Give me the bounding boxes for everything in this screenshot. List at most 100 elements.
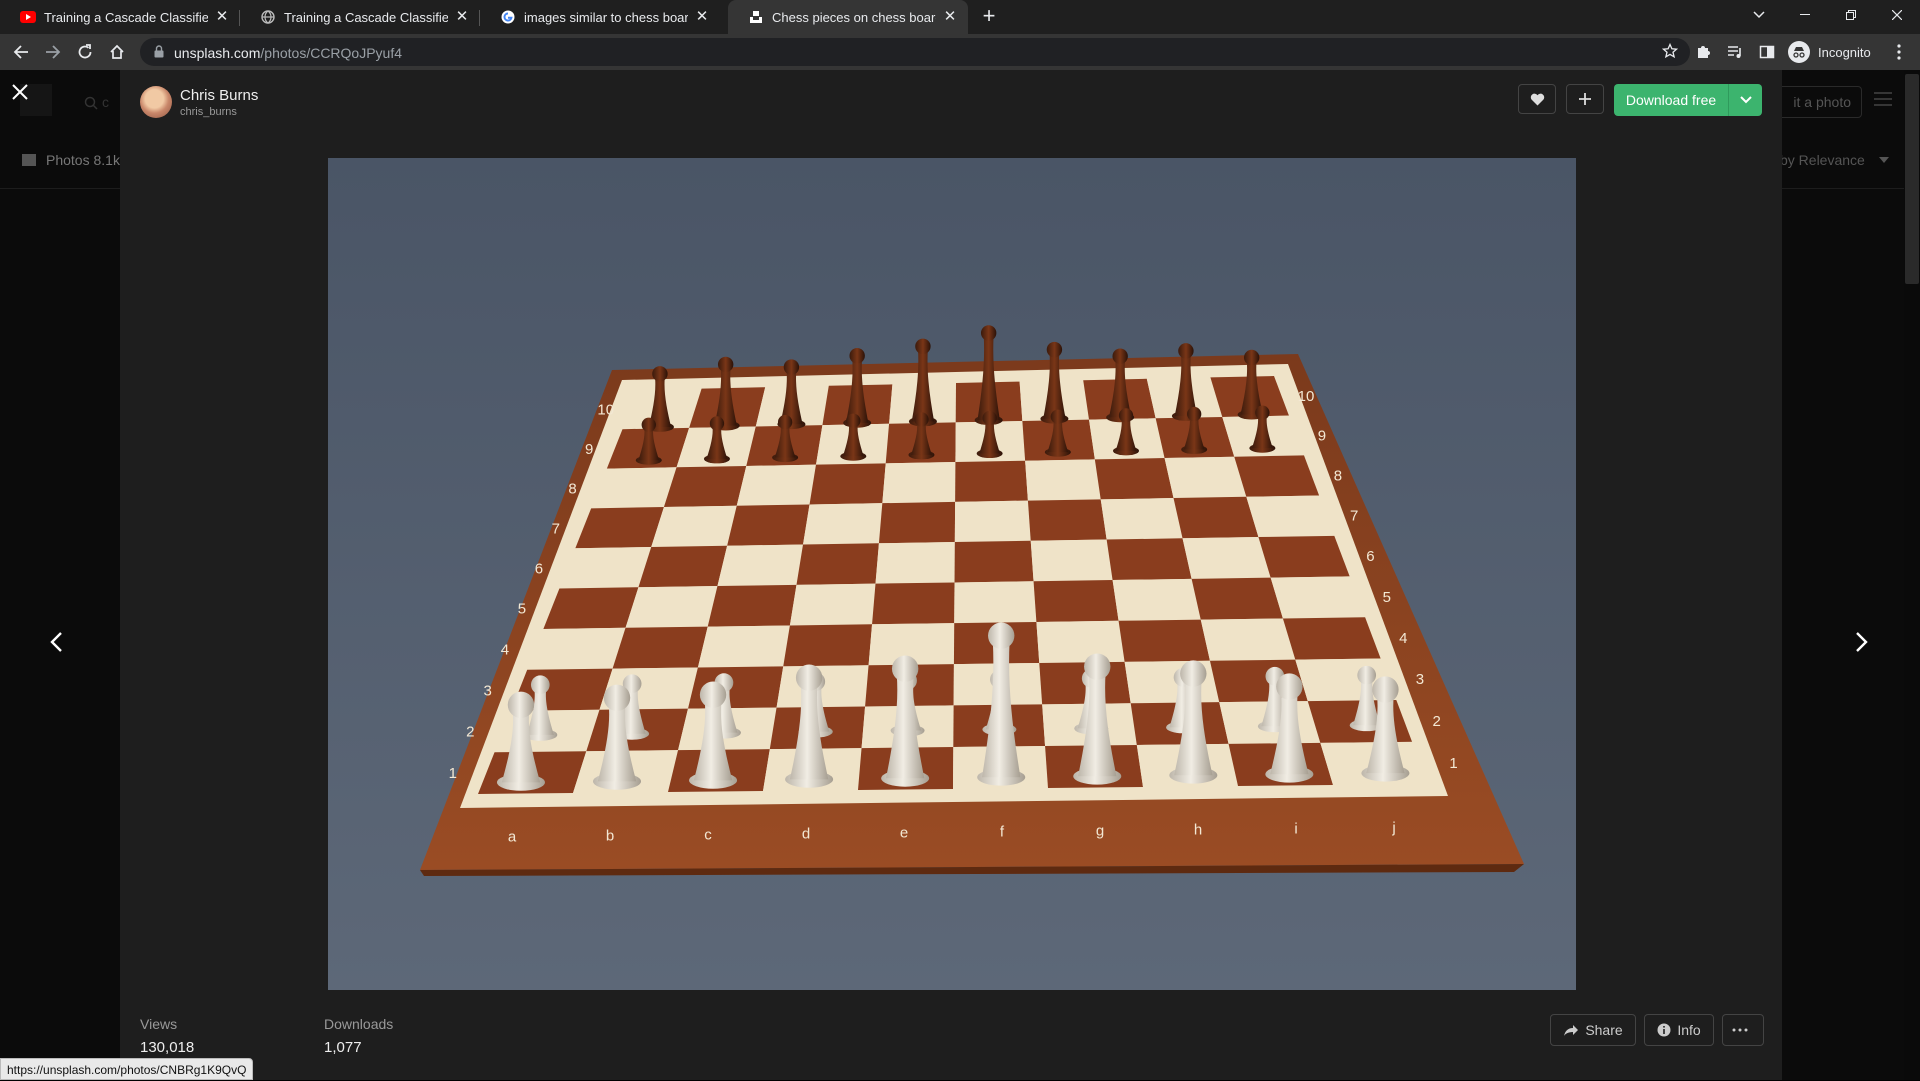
board-square — [1112, 578, 1201, 621]
side-panel-button[interactable] — [1756, 41, 1778, 63]
board-square — [875, 542, 955, 584]
tab-unsplash-chess[interactable]: Chess pieces on chess board pho ✕ — [728, 0, 968, 34]
page-viewport: c it a photo Photos 8.1k by Relevance Ch… — [0, 70, 1920, 1080]
board-square — [954, 500, 1031, 543]
board-square — [1027, 499, 1107, 541]
rank-label: 8 — [1334, 467, 1342, 484]
board-square — [1025, 459, 1101, 501]
file-label: e — [900, 825, 908, 842]
info-label: Info — [1677, 1022, 1701, 1038]
caret-down-icon — [1878, 157, 1889, 163]
chevron-down-icon — [1739, 96, 1752, 104]
scrollbar-thumb[interactable] — [1905, 74, 1919, 284]
close-window-button[interactable] — [1874, 0, 1920, 30]
board-square — [717, 544, 804, 587]
bookmark-star-icon[interactable] — [1662, 43, 1678, 59]
youtube-icon — [20, 9, 36, 25]
address-bar[interactable]: unsplash.com/photos/CCRQoJPyuf4 — [140, 38, 1690, 66]
board-square — [1094, 458, 1174, 500]
kebab-menu-icon — [1897, 44, 1901, 60]
hamburger-menu-icon[interactable] — [1874, 92, 1892, 106]
tab-google-search[interactable]: images similar to chess board - G ✕ — [480, 0, 720, 34]
extensions-button[interactable] — [1692, 41, 1714, 63]
tab-search-button[interactable] — [1736, 0, 1782, 30]
tab-cascade-youtube[interactable]: Training a Cascade Classifier - Op ✕ — [0, 0, 240, 34]
media-controls-button[interactable] — [1724, 41, 1746, 63]
restore-button[interactable] — [1828, 0, 1874, 30]
board-square — [1270, 576, 1366, 619]
home-icon — [110, 44, 124, 59]
board-square — [783, 624, 873, 667]
close-modal-icon[interactable] — [10, 82, 30, 102]
board-square — [638, 545, 728, 588]
reload-icon — [78, 44, 92, 59]
board-square — [954, 540, 1034, 583]
new-tab-button[interactable]: + — [978, 5, 1000, 28]
google-icon — [500, 9, 516, 25]
like-button[interactable] — [1518, 84, 1556, 114]
close-tab-icon[interactable]: ✕ — [694, 9, 710, 25]
info-button[interactable]: Info — [1644, 1014, 1714, 1046]
rank-label: 2 — [1432, 713, 1440, 730]
file-label: a — [508, 829, 517, 846]
main-photo[interactable]: 1 1 2 2 3 3 4 4 5 5 6 6 7 7 8 8 9 9 10 10 a b c d e f g h i j — [328, 158, 1576, 990]
more-actions-button[interactable] — [1722, 1014, 1764, 1046]
close-icon — [1892, 10, 1902, 20]
board-square — [954, 581, 1037, 624]
unsplash-icon — [748, 9, 764, 25]
forward-button[interactable] — [40, 39, 66, 65]
file-label: j — [1391, 820, 1395, 837]
avatar[interactable] — [140, 86, 172, 118]
board-square — [1030, 539, 1113, 582]
incognito-profile-button[interactable]: Incognito — [1788, 39, 1871, 65]
file-label: c — [704, 827, 712, 844]
chessboard-photo: 1122334455667788991010a b c d e f g h i j — [328, 158, 1576, 990]
board-square — [651, 505, 737, 548]
close-tab-icon[interactable]: ✕ — [454, 9, 470, 25]
browser-toolbar: unsplash.com/photos/CCRQoJPyuf4 Incognit… — [0, 34, 1920, 70]
back-arrow-icon — [13, 45, 28, 59]
tab-photos-label: Photos 8.1k — [46, 152, 120, 168]
tab-title: Training a Cascade Classifier - Op — [44, 9, 208, 25]
board-square — [1164, 456, 1247, 499]
lock-icon — [154, 45, 164, 58]
share-button[interactable]: Share — [1550, 1014, 1636, 1046]
tab-photos[interactable]: Photos 8.1k — [22, 152, 120, 168]
search-icon — [84, 97, 98, 110]
rank-label: 6 — [535, 560, 543, 577]
back-button[interactable] — [8, 39, 34, 65]
minimize-button[interactable] — [1782, 0, 1828, 30]
globe-icon — [260, 9, 276, 25]
home-button[interactable] — [104, 39, 130, 65]
download-button[interactable]: Download free — [1614, 84, 1728, 116]
reload-button[interactable] — [72, 39, 98, 65]
rank-label: 7 — [552, 520, 560, 537]
board-square — [1124, 660, 1220, 704]
next-photo-icon[interactable] — [1848, 630, 1872, 654]
close-tab-icon[interactable]: ✕ — [214, 9, 230, 25]
download-options-button[interactable] — [1728, 84, 1762, 116]
tab-title: images similar to chess board - G — [524, 9, 688, 25]
rank-label: 10 — [597, 402, 614, 419]
add-to-collection-button[interactable] — [1566, 84, 1604, 114]
board-square — [543, 587, 639, 629]
board-square — [882, 462, 956, 504]
rank-label: 8 — [568, 480, 576, 497]
rank-label: 3 — [1416, 671, 1424, 688]
forward-arrow-icon — [46, 45, 61, 59]
previous-photo-icon[interactable] — [46, 630, 70, 654]
author-handle[interactable]: chris_burns — [180, 106, 237, 118]
rank-label: 5 — [518, 601, 526, 618]
board-square — [663, 465, 747, 508]
board-square — [697, 625, 790, 668]
plus-icon — [1579, 93, 1591, 105]
browser-menu-button[interactable] — [1888, 41, 1910, 63]
incognito-icon — [1788, 41, 1810, 63]
close-tab-icon[interactable]: ✕ — [942, 9, 958, 25]
author-name[interactable]: Chris Burns — [180, 87, 258, 104]
tab-cascade-learn[interactable]: Training a Cascade Classifier - Le ✕ — [240, 0, 480, 34]
url-text: unsplash.com/photos/CCRQoJPyuf4 — [174, 45, 402, 61]
board-square — [1246, 495, 1335, 538]
sort-dropdown[interactable]: by Relevance — [1780, 152, 1889, 168]
rank-label: 1 — [449, 765, 457, 782]
